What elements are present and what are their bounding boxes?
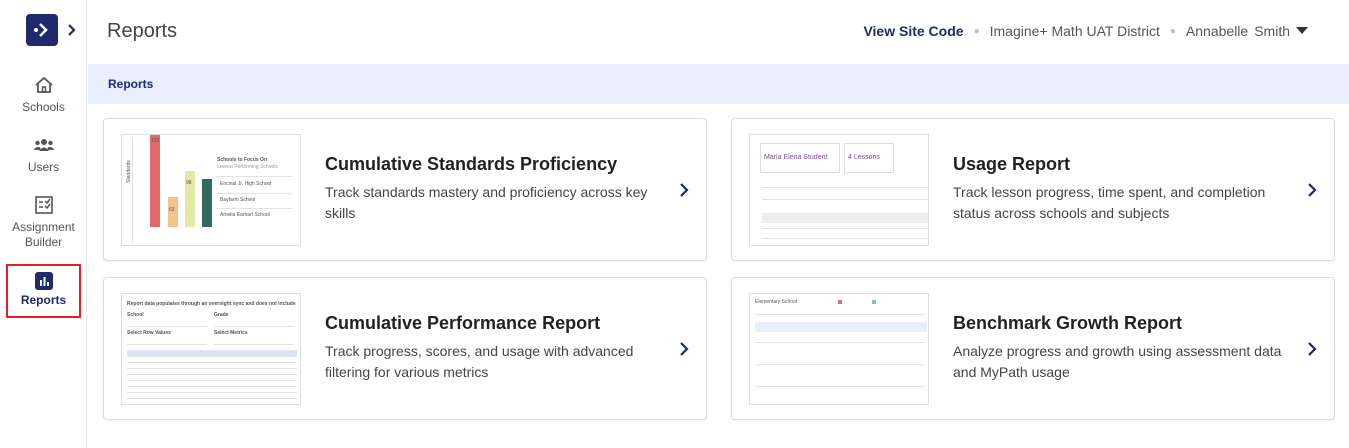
breadcrumb-bar: Reports	[88, 64, 1349, 104]
report-card-cumulative-standards[interactable]: Standards 125 63 98 25 Schools to Focus …	[103, 118, 707, 261]
card-title: Usage Report	[953, 154, 1071, 174]
user-first-name: Annabelle	[1185, 23, 1249, 39]
breadcrumb[interactable]: Reports	[108, 77, 153, 91]
thumb-value: 125	[151, 138, 160, 144]
sidebar-item-assignment-builder[interactable]: Assignment Builder	[0, 194, 87, 250]
thumb-value: 25	[204, 191, 210, 197]
thumb-panel-title: Schools to Focus On	[217, 157, 268, 163]
view-site-code-link[interactable]: View Site Code	[863, 23, 963, 39]
chevron-right-icon[interactable]	[678, 340, 690, 358]
thumb-row-values-label: Select Row Values	[127, 330, 171, 336]
thumb-school: Amelia Earhart School	[220, 212, 270, 218]
thumb-school: Bayfarm School	[220, 197, 256, 203]
users-icon	[33, 139, 54, 151]
header-right: View Site Code ● Imagine+ Math UAT Distr…	[863, 23, 1308, 39]
sidebar-item-label: Assignment Builder	[12, 220, 75, 249]
bar-chart-icon	[34, 272, 53, 290]
sidebar-item-label: Reports	[20, 293, 67, 307]
user-menu[interactable]: Annabelle Smith	[1186, 23, 1308, 39]
thumb-bar	[202, 179, 212, 227]
card-description: Track standards mastery and proficiency …	[325, 184, 648, 221]
expand-sidebar-icon[interactable]	[64, 20, 80, 40]
thumb-bar	[150, 135, 160, 227]
page-title: Reports	[107, 20, 178, 42]
logo-area	[26, 14, 86, 46]
report-thumbnail: Maria Elena Student 4 Lessons	[749, 134, 929, 246]
caret-down-icon	[1296, 27, 1308, 34]
district-name: Imagine+ Math UAT District	[989, 23, 1160, 39]
sidebar-item-users[interactable]: Users	[0, 134, 87, 174]
report-card-cumulative-performance[interactable]: Report data populates through an overnig…	[103, 277, 707, 420]
card-title: Cumulative Performance Report	[325, 313, 601, 333]
sidebar-item-label: Schools	[22, 100, 65, 114]
chevron-right-icon[interactable]	[678, 181, 690, 199]
thumb-grade-label: Grade	[214, 312, 229, 318]
report-card-usage[interactable]: Maria Elena Student 4 Lessons Usage Repo…	[731, 118, 1335, 261]
card-description: Track progress, scores, and usage with a…	[325, 343, 634, 380]
thumb-metrics-label: Select Metrics	[214, 330, 248, 336]
card-title: Benchmark Growth Report	[953, 313, 1183, 333]
app-logo[interactable]	[26, 14, 58, 46]
chevron-right-icon[interactable]	[1306, 181, 1318, 199]
thumb-school: Encinal Jr. High School	[220, 181, 272, 187]
thumb-lessons: 4 Lessons	[848, 154, 880, 161]
separator-dot: ●	[973, 25, 980, 37]
report-thumbnail: Report data populates through an overnig…	[121, 293, 301, 405]
chevron-right-icon[interactable]	[1306, 340, 1318, 358]
thumb-heading: Report data populates through an overnig…	[127, 301, 296, 307]
card-title: Cumulative Standards Proficiency	[325, 154, 618, 174]
thumb-school-label: School	[127, 312, 144, 318]
thumb-label: Elementary School	[755, 299, 797, 305]
thumb-value: 63	[169, 207, 175, 213]
card-description: Analyze progress and growth using assess…	[953, 343, 1282, 380]
home-icon	[34, 76, 53, 93]
sidebar: Schools Users Assignment Builder Reports	[0, 0, 87, 448]
sidebar-item-schools[interactable]: Schools	[0, 74, 87, 114]
thumb-value: 98	[186, 180, 192, 186]
report-thumbnail: Elementary School	[749, 293, 929, 405]
sidebar-item-label: Users	[27, 160, 60, 174]
report-thumbnail: Standards 125 63 98 25 Schools to Focus …	[121, 134, 301, 246]
report-card-benchmark-growth[interactable]: Elementary School Benchmark Growth Repor…	[731, 277, 1335, 420]
card-description: Track lesson progress, time spent, and c…	[953, 184, 1266, 221]
sidebar-item-reports[interactable]: Reports	[6, 264, 81, 318]
thumb-student: Maria Elena Student	[764, 154, 828, 161]
thumb-panel-subtitle: Lowest Performing Schools	[217, 164, 278, 170]
separator-dot: ●	[1169, 25, 1176, 37]
assignment-icon	[34, 196, 53, 214]
user-last-name: Smith	[1254, 23, 1290, 39]
